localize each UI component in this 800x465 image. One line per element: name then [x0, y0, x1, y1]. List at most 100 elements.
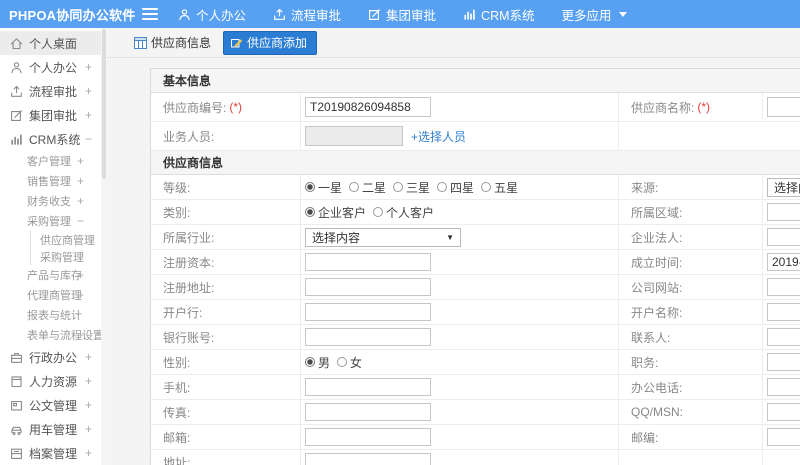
field-label: 职务:: [631, 355, 659, 370]
level-radios-option-3[interactable]: 四星: [437, 179, 474, 196]
industry-select[interactable]: 选择内容 ▼: [305, 227, 461, 247]
vehicle-mgmt-expand-icon[interactable]: +: [85, 422, 92, 436]
sidebar-scrollbar[interactable]: [101, 28, 107, 465]
supplier-name-input[interactable]: [767, 97, 800, 117]
nav-item-more-apps[interactable]: 更多应用: [562, 5, 627, 24]
position-input[interactable]: [767, 353, 800, 371]
bank-input[interactable]: [305, 303, 431, 321]
finance-income-expense-expand-icon[interactable]: +: [77, 194, 84, 208]
zipcode-input[interactable]: [767, 428, 800, 446]
group-approval-expand-icon[interactable]: +: [85, 108, 92, 122]
field-label: 等级:: [163, 180, 191, 195]
sidebar-subitem-purchase-mgmt[interactable]: 采购管理 −: [0, 211, 105, 231]
radio-icon: [481, 182, 492, 192]
sales-mgmt-expand-icon[interactable]: +: [77, 174, 84, 188]
sidebar-subitem-purchase-mgmt-sub[interactable]: 采购管理: [31, 248, 105, 265]
contact-input[interactable]: [767, 328, 800, 346]
workflow-approval-expand-icon[interactable]: +: [85, 84, 92, 98]
account-name-input[interactable]: [767, 303, 800, 321]
sidebar-subitem-label: 财务收支: [27, 196, 71, 208]
bank-account-input[interactable]: [305, 328, 431, 346]
sidebar-item-archive-mgmt[interactable]: 档案管理 +: [0, 441, 105, 465]
gender-radios-option-0[interactable]: 男: [305, 354, 330, 371]
form-row: 传真: QQ/MSN:: [151, 400, 800, 425]
agent-mgmt-expand-icon[interactable]: +: [77, 288, 84, 302]
legal-person-input[interactable]: [767, 228, 800, 246]
customer-mgmt-expand-icon[interactable]: +: [77, 154, 84, 168]
product-inventory-expand-icon[interactable]: +: [77, 268, 84, 282]
nav-item-label: CRM系统: [481, 8, 535, 23]
sidebar-subitem-finance-income-expense[interactable]: 财务收支 +: [0, 191, 105, 211]
sidebar-subitem-agent-mgmt[interactable]: 代理商管理 +: [0, 285, 105, 305]
radio-icon: [393, 182, 404, 192]
label-cell: 注册地址:: [151, 275, 301, 299]
founded-date-input[interactable]: [767, 253, 800, 271]
tab-supplier-add[interactable]: 供应商添加: [223, 30, 318, 55]
form-row: 邮箱: 邮编:: [151, 425, 800, 450]
gender-radios-option-1[interactable]: 女: [337, 354, 362, 371]
car-icon: [9, 423, 23, 436]
supplier-code-input[interactable]: [305, 97, 431, 117]
sidebar-item-crm-system[interactable]: CRM系统 −: [0, 127, 105, 151]
sidebar-item-personal-office[interactable]: 个人办公 +: [0, 55, 105, 79]
sidebar-item-group-approval[interactable]: 集团审批 +: [0, 103, 105, 127]
scrollbar-thumb[interactable]: [102, 29, 106, 179]
form-row: 性别: 男女职务:: [151, 350, 800, 375]
admin-office-expand-icon[interactable]: +: [85, 350, 92, 364]
user-icon: [178, 8, 191, 21]
field-label: 企业法人:: [631, 230, 683, 245]
sidebar-item-hr[interactable]: 人力资源 +: [0, 369, 105, 393]
form-workflow-settings-expand-icon[interactable]: +: [77, 328, 84, 342]
registered-capital-input[interactable]: [305, 253, 431, 271]
category-radios-option-0[interactable]: 企业客户: [305, 204, 366, 221]
sidebar-subitem-customer-mgmt[interactable]: 客户管理 +: [0, 151, 105, 171]
personal-office-expand-icon[interactable]: +: [85, 60, 92, 74]
value-cell: [763, 350, 800, 374]
address-input[interactable]: [305, 453, 431, 465]
level-radios-option-4[interactable]: 五星: [481, 179, 518, 196]
category-radios-option-1[interactable]: 个人客户: [373, 204, 434, 221]
nav-item-group-approval[interactable]: 集团审批: [368, 5, 436, 24]
email-input[interactable]: [305, 428, 431, 446]
sidebar-item-document-mgmt[interactable]: 公文管理 +: [0, 393, 105, 417]
source-select[interactable]: 选择内容▼: [767, 177, 800, 197]
website-input[interactable]: [767, 278, 800, 296]
sidebar-subitem-form-workflow-settings[interactable]: 表单与流程设置 +: [0, 325, 105, 345]
chart-icon: [9, 133, 23, 146]
business-staff-input[interactable]: [305, 126, 403, 146]
form-row: 类别: 企业客户 个人客户 所属区域:: [151, 200, 800, 225]
sidebar-subitem-supplier-mgmt[interactable]: 供应商管理: [31, 231, 105, 248]
sidebar-item-label: 流程审批: [29, 84, 78, 99]
sidebar-item-personal-desktop[interactable]: 个人桌面: [0, 31, 105, 55]
tab-supplier-info[interactable]: 供应商信息: [134, 34, 211, 51]
hr-expand-icon[interactable]: +: [85, 374, 92, 388]
purchase-mgmt-expand-icon[interactable]: −: [77, 214, 84, 228]
sidebar-item-vehicle-mgmt[interactable]: 用车管理 +: [0, 417, 105, 441]
nav-item-crm-system[interactable]: CRM系统: [463, 5, 535, 24]
nav-item-workflow-approval[interactable]: 流程审批: [273, 5, 341, 24]
fax-input[interactable]: [305, 403, 431, 421]
select-staff-link[interactable]: +选择人员: [411, 128, 466, 145]
level-radios-option-2[interactable]: 三星: [393, 179, 430, 196]
level-radios-option-1[interactable]: 二星: [349, 179, 386, 196]
sidebar-subitem-reports-stats[interactable]: 报表与统计: [0, 305, 105, 325]
mobile-input[interactable]: [305, 378, 431, 396]
qq-msn-input[interactable]: [767, 403, 800, 421]
nav-item-personal-office[interactable]: 个人办公: [178, 5, 246, 24]
sidebar-item-admin-office[interactable]: 行政办公 +: [0, 345, 105, 369]
crm-system-expand-icon[interactable]: −: [85, 132, 92, 146]
region-input[interactable]: [767, 203, 800, 221]
registered-address-input[interactable]: [305, 278, 431, 296]
sidebar-subitem-label: 销售管理: [27, 176, 71, 188]
menu-toggle-icon[interactable]: [142, 8, 158, 20]
sidebar-item-workflow-approval[interactable]: 流程审批 +: [0, 79, 105, 103]
office-phone-input[interactable]: [767, 378, 800, 396]
label-cell: 开户名称:: [619, 300, 763, 324]
value-cell: [301, 400, 619, 424]
sidebar-subtree: 供应商管理 采购管理: [30, 231, 105, 265]
sidebar-subitem-product-inventory[interactable]: 产品与库存 +: [0, 265, 105, 285]
level-radios-option-0[interactable]: 一星: [305, 179, 342, 196]
document-mgmt-expand-icon[interactable]: +: [85, 398, 92, 412]
sidebar-subitem-sales-mgmt[interactable]: 销售管理 +: [0, 171, 105, 191]
archive-mgmt-expand-icon[interactable]: +: [85, 446, 92, 460]
